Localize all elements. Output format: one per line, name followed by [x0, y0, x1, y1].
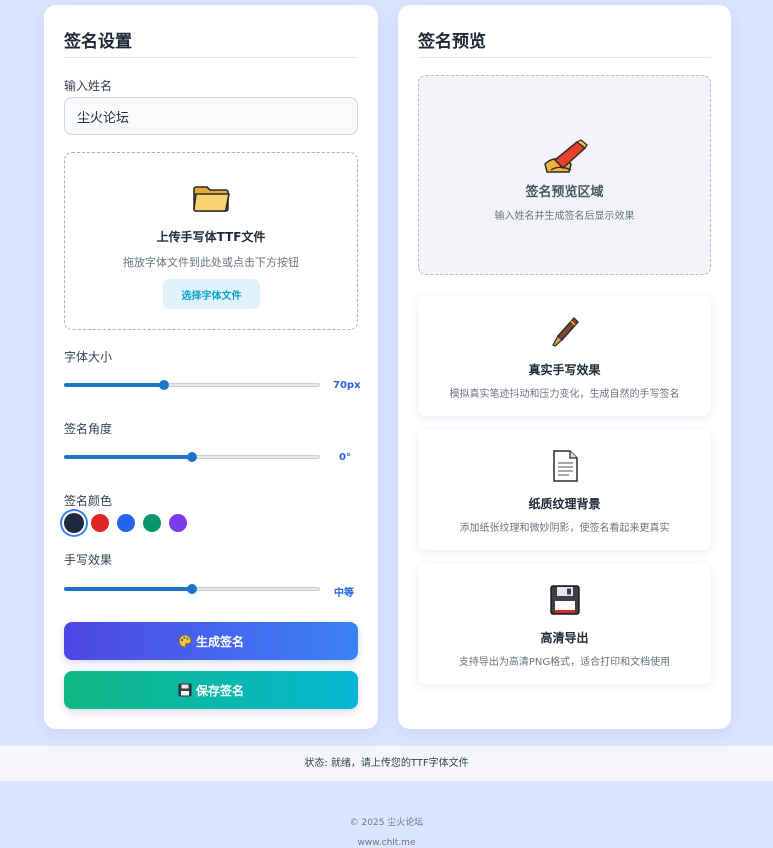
- angle-slider[interactable]: [64, 450, 320, 464]
- feature-description: 添加纸张纹理和微妙阴影，使签名看起来更真实: [459, 523, 670, 534]
- floppy-disk-icon: [178, 683, 192, 697]
- feature-description: 支持导出为高清PNG格式，适合打印和文档使用: [458, 657, 671, 668]
- signature-preview-area: 签名预览区域 输入姓名并生成签名后显示效果: [418, 75, 711, 275]
- feature-description: 模拟真实笔迹抖动和压力变化，生成自然的手写签名: [449, 389, 680, 400]
- feature-title: 真实手写效果: [528, 363, 601, 377]
- feature-title: 高清导出: [540, 631, 589, 645]
- preview-area-title: 签名预览区域: [525, 185, 604, 200]
- status-bar: 状态: 就绪，请上传您的TTF字体文件: [0, 746, 773, 781]
- generate-signature-button[interactable]: 生成签名: [64, 622, 358, 660]
- color-swatch[interactable]: [117, 514, 135, 532]
- folder-icon: [192, 181, 232, 213]
- font-size-slider[interactable]: [64, 378, 320, 392]
- palette-icon: [178, 634, 192, 648]
- slider-thumb[interactable]: [158, 380, 169, 390]
- settings-title: 签名设置: [64, 32, 132, 52]
- settings-divider: [64, 57, 358, 58]
- generate-label: 生成签名: [195, 634, 244, 649]
- document-icon: [550, 450, 580, 482]
- footer-link[interactable]: www.chlt.me: [0, 838, 773, 848]
- name-label: 输入姓名: [64, 79, 113, 93]
- preview-divider: [418, 57, 711, 58]
- slider-fill: [64, 383, 164, 387]
- preview-panel: 签名预览 签名预览区域 输入姓名并生成签名后显示效果 真实手写效果 模拟真实笔迹…: [398, 5, 731, 729]
- upload-title: 上传手写体TTF文件: [156, 230, 266, 244]
- color-swatch[interactable]: [64, 513, 84, 533]
- name-input[interactable]: [64, 97, 358, 135]
- color-swatch[interactable]: [169, 514, 187, 532]
- save-label: 保存签名: [195, 683, 244, 698]
- font-size-label: 字体大小: [64, 350, 113, 364]
- angle-value: 0°: [339, 452, 351, 463]
- fountain-pen-icon: [550, 316, 580, 348]
- slider-thumb[interactable]: [187, 584, 197, 594]
- slider-fill: [64, 587, 192, 591]
- color-label: 签名颜色: [64, 494, 113, 508]
- footer-copyright: © 2025 尘火论坛: [349, 818, 424, 828]
- signing-pen-icon: [541, 138, 589, 178]
- effect-label: 手写效果: [64, 553, 113, 567]
- feature-card: 高清导出 支持导出为高清PNG格式，适合打印和文档使用: [418, 564, 711, 684]
- preview-area-description: 输入姓名并生成签名后显示效果: [494, 211, 635, 222]
- slider-thumb[interactable]: [187, 452, 197, 462]
- feature-card: 纸质纹理背景 添加纸张纹理和微妙阴影，使签名看起来更真实: [418, 430, 711, 550]
- choose-font-button[interactable]: 选择字体文件: [163, 279, 260, 309]
- upload-description: 拖放字体文件到此处或点击下方按钮: [123, 256, 299, 269]
- preview-title: 签名预览: [418, 32, 486, 52]
- effect-value: 中等: [334, 588, 354, 599]
- save-signature-button[interactable]: 保存签名: [64, 671, 358, 709]
- color-swatch[interactable]: [91, 514, 109, 532]
- slider-fill: [64, 455, 192, 459]
- color-swatch[interactable]: [143, 514, 161, 532]
- feature-title: 纸质纹理背景: [528, 497, 601, 511]
- font-upload-dropzone[interactable]: 上传手写体TTF文件 拖放字体文件到此处或点击下方按钮 选择字体文件: [64, 152, 358, 330]
- angle-label: 签名角度: [64, 422, 113, 436]
- feature-card: 真实手写效果 模拟真实笔迹抖动和压力变化，生成自然的手写签名: [418, 296, 711, 416]
- effect-slider[interactable]: [64, 582, 320, 596]
- floppy-disk-icon: [550, 584, 580, 616]
- settings-panel: 签名设置 输入姓名 上传手写体TTF文件 拖放字体文件到此处或点击下方按钮 选择…: [44, 5, 378, 729]
- font-size-value: 70px: [333, 380, 361, 391]
